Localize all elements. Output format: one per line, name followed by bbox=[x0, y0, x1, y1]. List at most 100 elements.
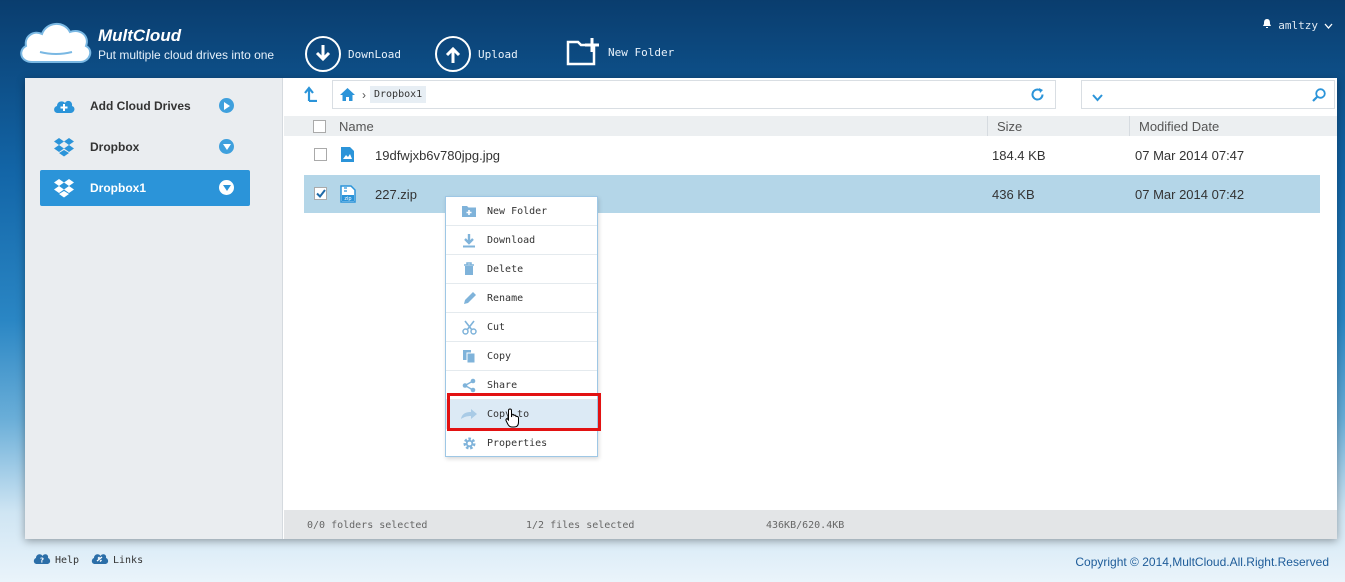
new-folder-icon bbox=[566, 38, 599, 66]
refresh-icon[interactable] bbox=[1030, 87, 1045, 107]
pencil-icon bbox=[458, 291, 480, 306]
menu-item-label: Download bbox=[487, 234, 536, 246]
path-bar: › Dropbox1 bbox=[284, 78, 1337, 114]
dropbox-icon bbox=[52, 136, 76, 158]
cloud-logo-icon bbox=[20, 23, 92, 63]
new-folder-label: New Folder bbox=[608, 45, 675, 59]
row-checkbox[interactable] bbox=[314, 148, 327, 161]
menu-item-properties[interactable]: Properties bbox=[446, 429, 597, 458]
logo[interactable]: MultCloud Put multiple cloud drives into… bbox=[18, 14, 298, 70]
copy-icon bbox=[458, 349, 480, 364]
help-icon: ? bbox=[33, 552, 51, 568]
copyright-text: Copyright © 2014,MultCloud.All.Right.Res… bbox=[1075, 555, 1329, 569]
sidebar-item-dropbox1[interactable]: Dropbox1 bbox=[40, 170, 250, 206]
chevron-down-icon[interactable] bbox=[219, 180, 234, 195]
table-row[interactable]: 19dfwjxb6v780jpg.jpg 184.4 KB 07 Mar 201… bbox=[304, 136, 1320, 174]
menu-item-label: Delete bbox=[487, 263, 524, 275]
context-menu: New Folder Download Delete Rename Cut Co… bbox=[445, 196, 598, 457]
upload-label: Upload bbox=[478, 47, 518, 61]
search-icon[interactable] bbox=[1312, 88, 1326, 107]
checkmark-icon bbox=[315, 189, 326, 198]
help-link[interactable]: ? Help bbox=[33, 552, 79, 568]
chevron-right-icon: › bbox=[362, 87, 366, 102]
column-divider bbox=[987, 116, 988, 136]
breadcrumb: › Dropbox1 bbox=[332, 80, 1056, 109]
menu-item-label: Copy bbox=[487, 350, 512, 362]
share-icon bbox=[458, 378, 480, 393]
download-label: DownLoad bbox=[348, 47, 401, 61]
chevron-right-icon[interactable] bbox=[219, 98, 234, 113]
status-bar: 0/0 folders selected 1/2 files selected … bbox=[284, 510, 1337, 539]
add-cloud-icon bbox=[52, 98, 76, 114]
scissors-icon bbox=[458, 320, 480, 335]
menu-item-share[interactable]: Share bbox=[446, 371, 597, 400]
trash-icon bbox=[458, 262, 480, 276]
help-label: Help bbox=[55, 554, 80, 566]
menu-item-copy-to[interactable]: Copy to bbox=[446, 400, 597, 429]
menu-item-cut[interactable]: Cut bbox=[446, 313, 597, 342]
chevron-down-icon[interactable] bbox=[219, 139, 234, 154]
menu-item-label: Properties bbox=[487, 438, 548, 449]
zip-file-icon: zip bbox=[340, 185, 356, 206]
search-box bbox=[1081, 80, 1335, 109]
menu-item-label: Share bbox=[487, 379, 518, 391]
column-divider bbox=[1129, 116, 1130, 136]
tagline: Put multiple cloud drives into one bbox=[98, 48, 275, 62]
folders-selected: 0/0 folders selected bbox=[307, 520, 428, 531]
home-icon[interactable] bbox=[339, 87, 356, 102]
column-size[interactable]: Size bbox=[997, 119, 1022, 134]
download-icon bbox=[458, 233, 480, 248]
upload-icon bbox=[435, 36, 471, 72]
menu-item-rename[interactable]: Rename bbox=[446, 284, 597, 313]
hand-cursor-icon bbox=[505, 408, 519, 428]
bell-icon bbox=[1262, 18, 1272, 32]
column-name[interactable]: Name bbox=[339, 119, 374, 134]
sidebar-item-dropbox[interactable]: Dropbox bbox=[40, 129, 250, 165]
column-modified-date[interactable]: Modified Date bbox=[1139, 119, 1219, 134]
svg-text:?: ? bbox=[40, 557, 44, 565]
sidebar-item-add-cloud-drives[interactable]: Add Cloud Drives bbox=[40, 88, 250, 124]
file-size: 184.4 KB bbox=[992, 148, 1046, 163]
file-area: › Dropbox1 Name Size Modified Date 19dfw… bbox=[284, 78, 1337, 539]
menu-item-label: Cut bbox=[487, 321, 506, 333]
menu-item-copy[interactable]: Copy bbox=[446, 342, 597, 371]
file-size: 436 KB bbox=[992, 187, 1035, 202]
chevron-down-icon[interactable] bbox=[1092, 89, 1103, 107]
link-icon bbox=[91, 552, 109, 568]
upload-button[interactable]: Upload bbox=[435, 36, 518, 72]
menu-item-label: Rename bbox=[487, 292, 524, 304]
brand-name: MultCloud bbox=[98, 26, 182, 45]
file-name: 227.zip bbox=[375, 187, 417, 202]
search-input[interactable] bbox=[1110, 85, 1300, 105]
sidebar-item-label: Dropbox1 bbox=[90, 181, 147, 195]
dropbox-icon bbox=[52, 177, 76, 199]
copy-to-icon bbox=[458, 408, 480, 420]
svg-text:zip: zip bbox=[344, 196, 351, 202]
links-link[interactable]: Links bbox=[91, 552, 143, 568]
user-menu[interactable]: amltzy bbox=[1262, 18, 1333, 32]
main-panel: Add Cloud Drives Dropbox Dropbox1 › Drop… bbox=[25, 78, 1337, 539]
menu-item-download[interactable]: Download bbox=[446, 226, 597, 255]
gear-icon bbox=[458, 436, 480, 451]
new-folder-icon bbox=[458, 204, 480, 218]
table-header: Name Size Modified Date bbox=[284, 116, 1337, 136]
size-selected: 436KB/620.4KB bbox=[766, 520, 845, 531]
sidebar-item-label: Dropbox bbox=[90, 140, 140, 154]
chevron-down-icon bbox=[1324, 19, 1333, 32]
file-date: 07 Mar 2014 07:42 bbox=[1135, 187, 1245, 202]
image-file-icon bbox=[340, 146, 355, 166]
download-icon bbox=[305, 36, 341, 72]
username: amltzy bbox=[1278, 18, 1318, 32]
menu-item-delete[interactable]: Delete bbox=[446, 255, 597, 284]
up-level-icon[interactable] bbox=[304, 86, 318, 107]
new-folder-button[interactable]: New Folder bbox=[566, 36, 674, 68]
file-date: 07 Mar 2014 07:47 bbox=[1135, 148, 1245, 163]
menu-item-label: New Folder bbox=[487, 205, 548, 217]
row-checkbox[interactable] bbox=[314, 187, 327, 200]
breadcrumb-item[interactable]: Dropbox1 bbox=[370, 86, 427, 103]
download-button[interactable]: DownLoad bbox=[305, 36, 401, 72]
sidebar-item-label: Add Cloud Drives bbox=[90, 99, 191, 113]
select-all-checkbox[interactable] bbox=[313, 120, 326, 133]
files-selected: 1/2 files selected bbox=[526, 520, 635, 531]
menu-item-new-folder[interactable]: New Folder bbox=[446, 197, 597, 226]
